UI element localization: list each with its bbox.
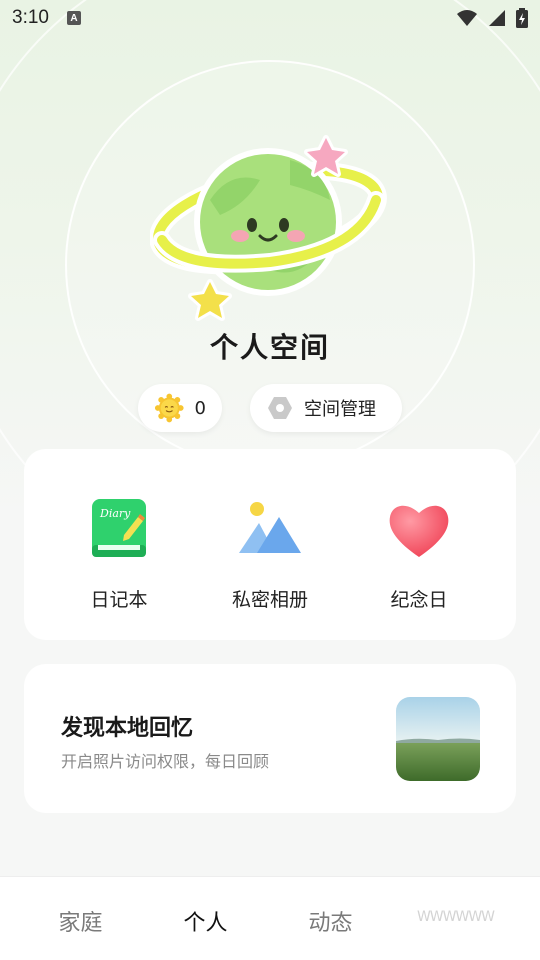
nav-tab-family[interactable]: 家庭 bbox=[18, 877, 143, 960]
nav-tab-moments[interactable]: 动态 bbox=[268, 877, 393, 960]
diary-badge-text: Diary bbox=[99, 507, 131, 520]
space-manage-button[interactable]: 空间管理 bbox=[250, 384, 402, 432]
status-time: 3:10 bbox=[12, 7, 49, 28]
memory-thumbnail bbox=[396, 697, 480, 781]
features-card: Diary 日记本 私密相册 纪念日 bbox=[24, 449, 516, 640]
wifi-icon bbox=[457, 10, 477, 26]
memory-card[interactable]: 发现本地回忆 开启照片访问权限，每日回顾 bbox=[24, 664, 516, 813]
feature-diary-label: 日记本 bbox=[90, 589, 148, 611]
feature-anniversary[interactable]: 纪念日 bbox=[344, 495, 494, 612]
space-manage-label: 空间管理 bbox=[304, 399, 376, 420]
status-icons bbox=[456, 8, 528, 28]
nav-tab-personal[interactable]: 个人 bbox=[143, 877, 268, 960]
memory-title: 发现本地回忆 bbox=[61, 716, 194, 741]
planet-mascot-illustration bbox=[149, 130, 390, 330]
coin-count: 0 bbox=[194, 397, 206, 419]
memory-subtitle: 开启照片访问权限，每日回顾 bbox=[61, 752, 270, 771]
bottom-navigation: 家庭 个人 动态 WWWWWW bbox=[0, 876, 540, 960]
status-bar: 3:10 A bbox=[0, 0, 540, 36]
hexagon-settings-icon bbox=[268, 397, 292, 419]
coin-balance-button[interactable]: 0 bbox=[138, 384, 222, 432]
heart-icon bbox=[389, 505, 449, 557]
nav-tab-obscured[interactable]: WWWWWW bbox=[393, 877, 518, 960]
feature-diary[interactable]: Diary 日记本 bbox=[44, 495, 194, 612]
signal-icon bbox=[489, 10, 505, 26]
notification-a-icon: A bbox=[66, 11, 81, 25]
diary-icon: Diary bbox=[92, 499, 146, 557]
battery-icon bbox=[516, 8, 528, 28]
sun-coin-icon bbox=[154, 393, 184, 423]
feature-album-label: 私密相册 bbox=[231, 589, 308, 611]
feature-private-album[interactable]: 私密相册 bbox=[195, 495, 345, 612]
album-icon bbox=[239, 502, 301, 553]
feature-anniversary-label: 纪念日 bbox=[390, 589, 448, 611]
page-title: 个人空间 bbox=[209, 331, 330, 364]
